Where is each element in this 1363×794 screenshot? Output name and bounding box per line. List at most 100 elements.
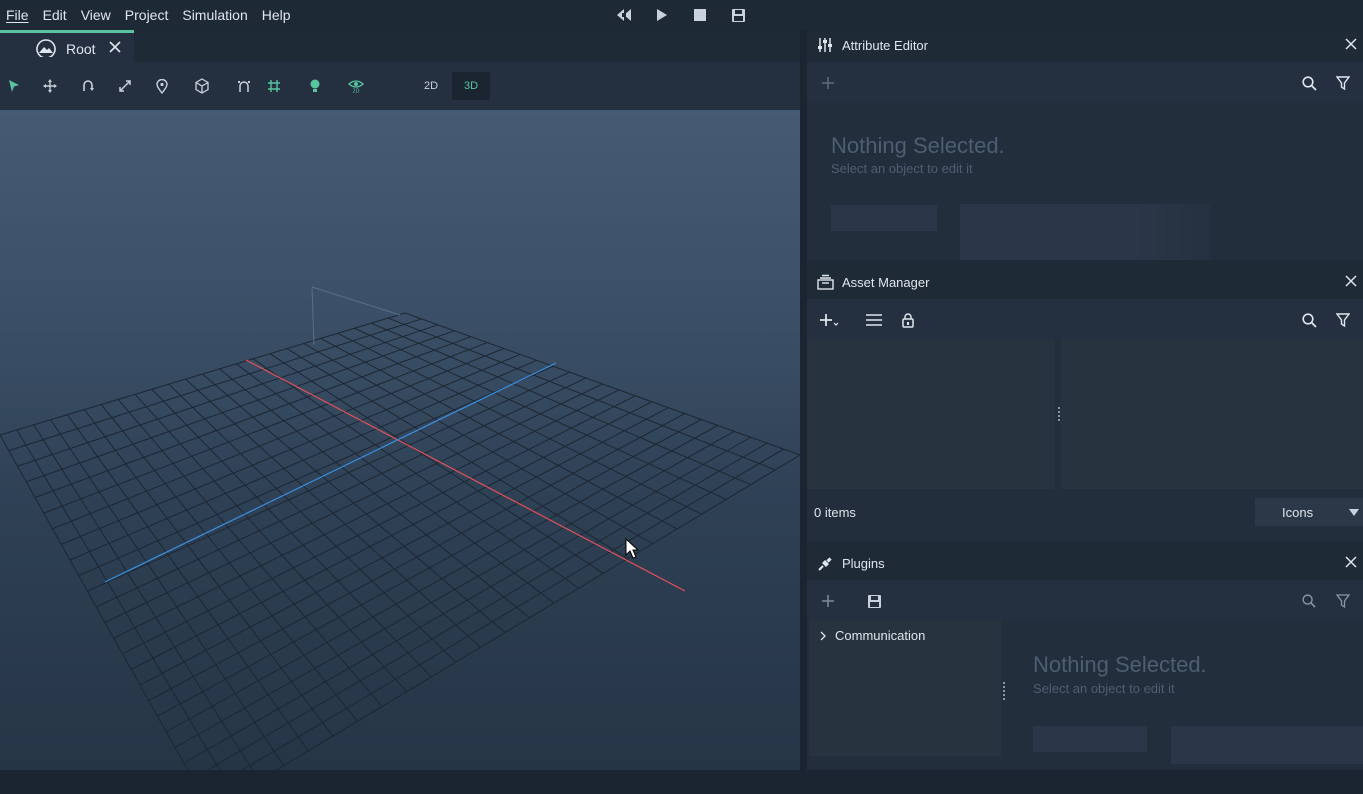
- tab-root[interactable]: Root: [0, 30, 134, 62]
- grid-line: [83, 409, 334, 737]
- mouse-cursor-icon: [625, 538, 640, 559]
- lock-icon[interactable]: [897, 309, 919, 331]
- nothing-selected-title: Nothing Selected.: [831, 133, 1005, 158]
- panel-title: Plugins: [842, 556, 885, 571]
- filter-icon[interactable]: [1332, 590, 1354, 612]
- camera-gizmo-line: [311, 286, 315, 346]
- grid-line: [275, 454, 800, 770]
- grid-line: [16, 429, 221, 770]
- search-icon[interactable]: [1298, 590, 1320, 612]
- panel-splitter[interactable]: [800, 30, 807, 770]
- close-icon[interactable]: [1345, 556, 1357, 571]
- grid-line: [183, 436, 751, 764]
- placeholder-block: [1171, 726, 1363, 764]
- move-icon[interactable]: [38, 74, 62, 98]
- menu-edit[interactable]: Edit: [37, 4, 73, 26]
- view-mode-value: Icons: [1282, 504, 1314, 520]
- search-icon[interactable]: [1298, 72, 1320, 94]
- asset-manager-footer: 0 items Icons: [807, 495, 1363, 529]
- items-count: 0 items: [814, 505, 856, 520]
- snap-icon[interactable]: [232, 74, 256, 98]
- grid-line: [67, 414, 309, 752]
- nothing-selected-title: Nothing Selected.: [1033, 652, 1207, 677]
- panel-title: Attribute Editor: [842, 38, 928, 53]
- mode-3d-button[interactable]: 3D: [452, 72, 490, 100]
- asset-grid[interactable]: [1061, 339, 1363, 489]
- menu-view[interactable]: View: [75, 4, 117, 26]
- asset-manager-toolbar: [807, 299, 1363, 339]
- grid-line: [241, 448, 784, 770]
- eye-2d-icon[interactable]: 2D: [344, 74, 368, 98]
- grid-line: [139, 407, 669, 686]
- plug-icon: [817, 555, 834, 575]
- sliders-icon: [817, 37, 833, 56]
- play-icon[interactable]: [650, 4, 674, 26]
- menu-file[interactable]: File: [0, 4, 35, 26]
- chevron-right-icon[interactable]: [819, 631, 827, 641]
- grid-line: [157, 419, 702, 717]
- rewind-icon[interactable]: [612, 4, 636, 26]
- placeholder-block: [1033, 726, 1147, 752]
- menu-help[interactable]: Help: [256, 4, 297, 26]
- select-arrow-icon[interactable]: [2, 74, 26, 98]
- asset-manager-panel: Asset Manager 0 items Icons: [807, 267, 1363, 541]
- scale-icon[interactable]: [113, 74, 137, 98]
- svg-text:2D: 2D: [352, 89, 359, 94]
- nothing-selected-subtitle: Select an object to edit it: [831, 161, 973, 176]
- pin-icon[interactable]: [150, 74, 174, 98]
- grid-line: [50, 419, 285, 766]
- cube-icon[interactable]: [190, 74, 214, 98]
- list-view-icon[interactable]: [863, 309, 885, 331]
- add-icon[interactable]: [817, 72, 839, 94]
- attribute-editor-header: Attribute Editor: [807, 30, 1363, 62]
- light-bulb-icon[interactable]: [303, 74, 327, 98]
- filter-icon[interactable]: [1332, 72, 1354, 94]
- tab-label: Root: [66, 41, 96, 57]
- plugins-tree: Communication: [809, 620, 1001, 756]
- panel-title: Asset Manager: [842, 275, 930, 290]
- save-icon[interactable]: [726, 4, 750, 26]
- nothing-selected-subtitle: Select an object to edit it: [1033, 681, 1175, 696]
- mode-2d-button[interactable]: 2D: [412, 72, 450, 100]
- status-bar: [0, 770, 1363, 794]
- attribute-editor-toolbar: [807, 62, 1363, 102]
- grid-icon[interactable]: [262, 74, 286, 98]
- plugins-header: Plugins: [807, 548, 1363, 580]
- close-icon[interactable]: [1345, 38, 1357, 53]
- placeholder-block: [960, 204, 1210, 260]
- stop-icon[interactable]: [688, 4, 712, 26]
- attribute-editor-panel: Attribute Editor Nothing Selected. Selec…: [807, 30, 1363, 260]
- close-icon[interactable]: [1345, 275, 1357, 290]
- asset-manager-header: Asset Manager: [807, 267, 1363, 299]
- tree-item-communication[interactable]: Communication: [819, 628, 925, 643]
- placeholder-block: [831, 205, 937, 231]
- add-icon[interactable]: [817, 590, 839, 612]
- menu-simulation[interactable]: Simulation: [176, 4, 253, 26]
- plugins-splitter-handle[interactable]: [1003, 682, 1005, 700]
- scene-icon: [36, 39, 56, 60]
- menu-project[interactable]: Project: [119, 4, 175, 26]
- grid-line: [100, 404, 358, 722]
- plugins-toolbar: [807, 580, 1363, 620]
- layers-icon: [817, 274, 834, 293]
- asset-folder-tree[interactable]: [807, 339, 1055, 489]
- chevron-down-icon: [1349, 509, 1359, 516]
- search-icon[interactable]: [1298, 309, 1320, 331]
- grid-line: [166, 424, 718, 733]
- menu-bar: File Edit View Project Simulation Help: [0, 0, 1363, 30]
- rotate-icon[interactable]: [76, 74, 100, 98]
- save-icon[interactable]: [863, 590, 885, 612]
- camera-gizmo-line: [311, 286, 401, 316]
- scene-viewport[interactable]: [0, 110, 800, 770]
- filter-icon[interactable]: [1332, 309, 1354, 331]
- add-dropdown-icon[interactable]: [819, 309, 841, 331]
- asset-splitter-handle[interactable]: [1058, 407, 1060, 421]
- viewport-toolbar: 2D 2D 3D: [0, 62, 800, 110]
- viewport-tab-bar: Root: [0, 30, 800, 62]
- plugins-panel: Plugins Communication Nothing Selected. …: [807, 548, 1363, 770]
- x-axis-line: [245, 359, 686, 592]
- ground-grid: [0, 286, 800, 770]
- view-mode-select[interactable]: Icons: [1255, 498, 1363, 526]
- close-icon[interactable]: [108, 40, 122, 57]
- simulation-controls: [612, 4, 750, 26]
